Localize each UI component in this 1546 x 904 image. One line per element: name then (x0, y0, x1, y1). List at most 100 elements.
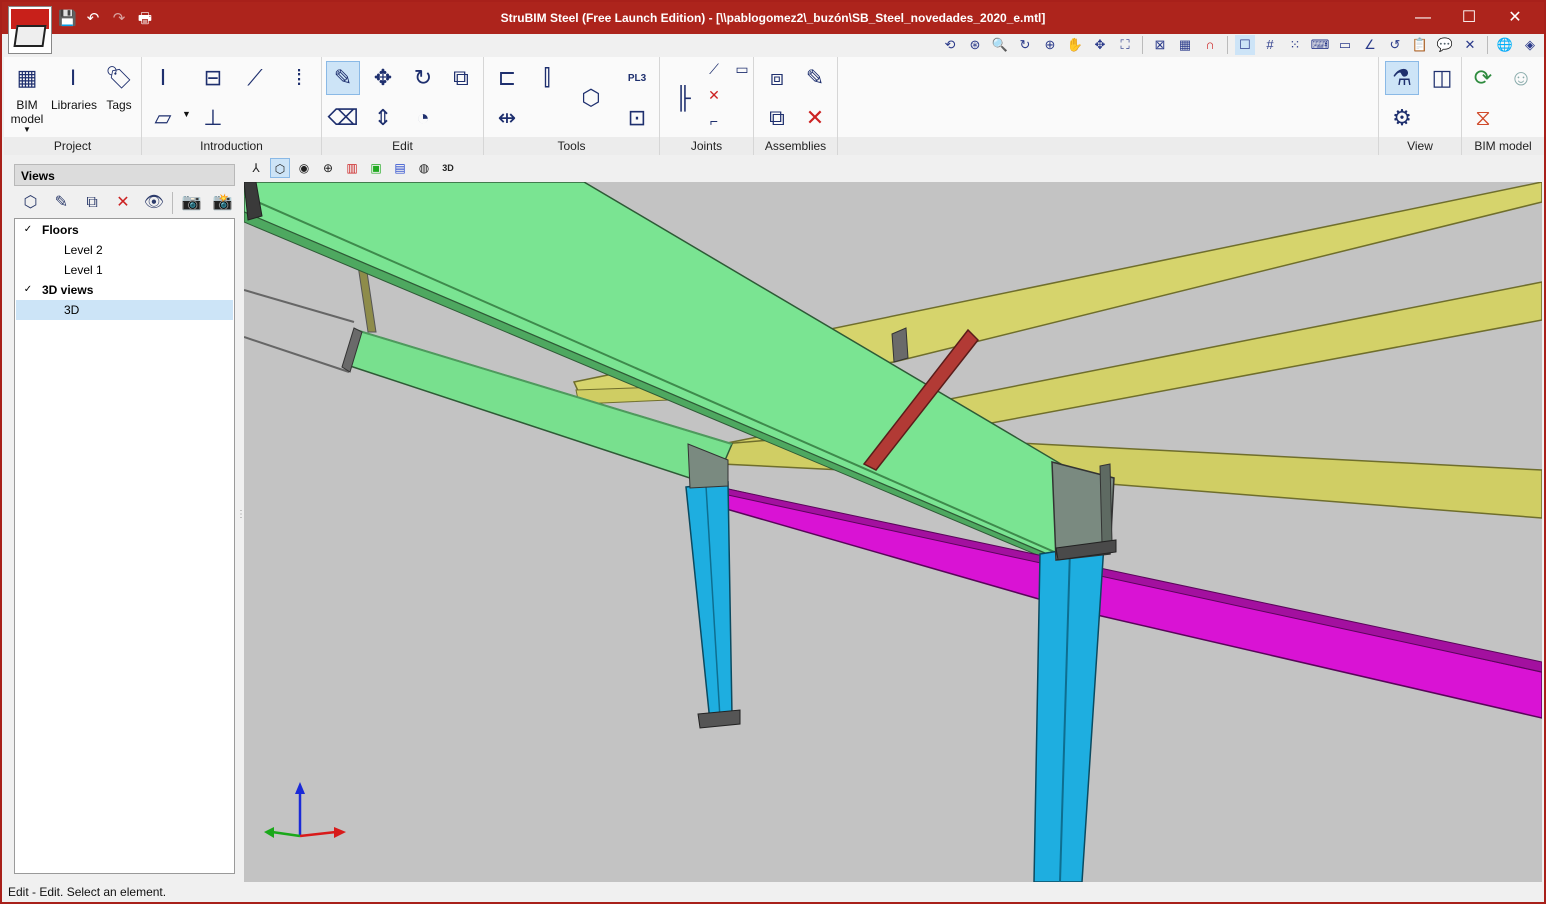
view-visibility-icon[interactable]: 👁 (141, 190, 166, 216)
column-base-plate-left[interactable] (697, 709, 741, 729)
zoom-extents-icon[interactable]: ⛶ (1115, 35, 1135, 55)
blue-column-left[interactable] (685, 481, 733, 723)
tags-icon[interactable]: 🏷 (102, 61, 136, 95)
arc-edit-icon[interactable]: ◔ (406, 101, 440, 135)
edit-view-icon[interactable]: ✎ (49, 190, 74, 216)
add-view-icon[interactable]: ⬡ (18, 190, 43, 216)
joint-edit-icon[interactable]: ⟋ (702, 57, 726, 81)
capture-settings-icon[interactable]: 📸 (210, 190, 235, 216)
capture-icon[interactable]: 📷 (179, 190, 204, 216)
keyboard-icon[interactable]: ⌨ (1310, 35, 1330, 55)
minimize-button[interactable]: — (1400, 2, 1446, 34)
settings-gear-icon[interactable]: ⚙ (1385, 101, 1419, 135)
pan-hand-icon[interactable]: ✋ (1065, 35, 1085, 55)
orbit-center-icon[interactable]: ⊛ (965, 35, 985, 55)
comment-icon[interactable]: 💬 (1435, 35, 1455, 55)
libraries-button[interactable]: Libraries (48, 98, 100, 112)
zoom-icon[interactable]: 🔍 (990, 35, 1010, 55)
tree-node-level-2[interactable]: Level 2 (16, 240, 233, 260)
align-icon[interactable]: ⊏ (490, 61, 524, 95)
profile-view-icon[interactable]: ⊡ (620, 101, 654, 135)
insert-bolt-icon[interactable]: ⊟ (196, 61, 230, 95)
joint-icon[interactable]: ╟ (666, 81, 700, 115)
insert-anchor-icon[interactable]: ⊥ (196, 101, 230, 135)
magnet-icon[interactable]: ∩ (1200, 35, 1220, 55)
insert-plate-icon[interactable]: ▱ (146, 101, 180, 135)
3d-viewport[interactable] (244, 182, 1542, 882)
app-logo[interactable] (8, 6, 52, 54)
tree-node-3d-views[interactable]: ✓ 3D views (16, 280, 233, 300)
libraries-icon[interactable]: I (56, 61, 90, 95)
angle-icon[interactable]: ∠ (1360, 35, 1380, 55)
rotate-icon[interactable]: ↺ (1385, 35, 1405, 55)
move-view-icon[interactable]: ✥ (1090, 35, 1110, 55)
user-status-icon[interactable]: ☺ (1504, 61, 1538, 95)
brace-connection-plate[interactable] (891, 327, 909, 363)
plate-dropdown-arrow[interactable]: ▼ (182, 109, 191, 119)
window-view-icon[interactable]: ▤ (390, 158, 410, 178)
chevron-down-icon[interactable]: ✓ (22, 220, 34, 240)
chevron-down-icon[interactable]: ✓ (22, 280, 34, 300)
points-icon[interactable]: ⁙ (1285, 35, 1305, 55)
snap-grid-icon[interactable]: ▦ (1175, 35, 1195, 55)
zoom-window-icon[interactable]: ⊕ (1040, 35, 1060, 55)
tag-icon[interactable]: ⬡ (574, 81, 608, 115)
copy-icon[interactable]: ⧉ (444, 61, 478, 95)
insert-beam-icon[interactable]: Ⅰ (146, 61, 180, 95)
orbit-icon[interactable]: ⟲ (940, 35, 960, 55)
tension-cable-upper[interactable] (244, 289, 355, 323)
bim-model-label[interactable]: BIM model ▼ (4, 98, 50, 134)
edit-pencil-icon[interactable]: ✎ (326, 61, 360, 95)
insert-weld-icon[interactable]: ⟋ (238, 61, 272, 95)
joint-copy-icon[interactable]: ⌐ (702, 109, 726, 133)
pivot-icon[interactable]: ⊕ (318, 158, 338, 178)
clip-plane-icon[interactable]: ▣ (366, 158, 386, 178)
magenta-eave-beam[interactable] (708, 485, 1542, 719)
grid-points-icon[interactable]: ⁞ (282, 61, 316, 95)
axes-icon[interactable]: ⅄ (246, 158, 266, 178)
3d-model-canvas[interactable] (244, 182, 1542, 882)
visibility-icon[interactable]: ◉ (294, 158, 314, 178)
select-box-icon[interactable]: ☐ (1235, 35, 1255, 55)
pl3-icon[interactable]: PL3 (620, 61, 654, 95)
ruler-icon[interactable]: ▭ (1335, 35, 1355, 55)
right-stiffener[interactable] (1099, 463, 1113, 545)
view-style-icon[interactable]: ⚗ (1385, 61, 1419, 95)
move-icon[interactable]: ✥ (366, 61, 400, 95)
tags-button[interactable]: Tags (100, 98, 138, 112)
section-box-icon[interactable]: ▥ (342, 158, 362, 178)
tension-cable-lower[interactable] (244, 336, 350, 373)
joint-window-icon[interactable]: ▭ (730, 57, 754, 81)
copy-view-icon[interactable]: ⧉ (80, 190, 105, 216)
tree-node-3d[interactable]: 3D (16, 300, 233, 320)
create-assembly-icon[interactable]: ⧈ (760, 61, 794, 95)
globe-icon[interactable]: 🌐 (1495, 35, 1515, 55)
close-button[interactable]: ✕ (1492, 2, 1538, 34)
grid-icon[interactable]: # (1260, 35, 1280, 55)
bim-sync-icon[interactable]: ⟳ (1466, 61, 1500, 95)
edit-assembly-icon[interactable]: ✎ (798, 61, 832, 95)
three-d-view-icon[interactable]: 3D (438, 158, 458, 178)
maximize-button[interactable]: ☐ (1446, 2, 1492, 34)
erase-icon[interactable]: ⌫ (326, 101, 360, 135)
bim-export-icon[interactable]: ⧖ (1466, 101, 1500, 135)
joint-delete-icon[interactable]: ✕ (702, 83, 726, 107)
clipboard-icon[interactable]: 📋 (1410, 35, 1430, 55)
delete-view-icon[interactable]: ✕ (111, 190, 136, 216)
view-cube-icon[interactable]: ◫ (1425, 61, 1459, 95)
split-icon[interactable]: ⇹ (490, 101, 524, 135)
tree-node-floors[interactable]: ✓ Floors (16, 220, 233, 240)
cross-tools-icon[interactable]: ✕ (1460, 35, 1480, 55)
extend-member-icon[interactable]: ⫿ (530, 61, 564, 95)
tree-node-level-1[interactable]: Level 1 (16, 260, 233, 280)
assembly-group-icon[interactable]: ⧉ (760, 101, 794, 135)
rotate-icon[interactable]: ↻ (406, 61, 440, 95)
shaded-view-icon[interactable]: ⬡ (270, 158, 290, 178)
stretch-icon[interactable]: ⇕ (366, 101, 400, 135)
layers-icon[interactable]: ◈ (1520, 35, 1540, 55)
delete-assembly-icon[interactable]: ✕ (798, 101, 832, 135)
panel-splitter[interactable]: ⋮ (236, 510, 246, 532)
hide-icon[interactable]: ◍ (414, 158, 434, 178)
bim-model-icon[interactable]: ▦ (10, 61, 44, 95)
magenta-eave-beam-flange[interactable] (713, 485, 1542, 673)
